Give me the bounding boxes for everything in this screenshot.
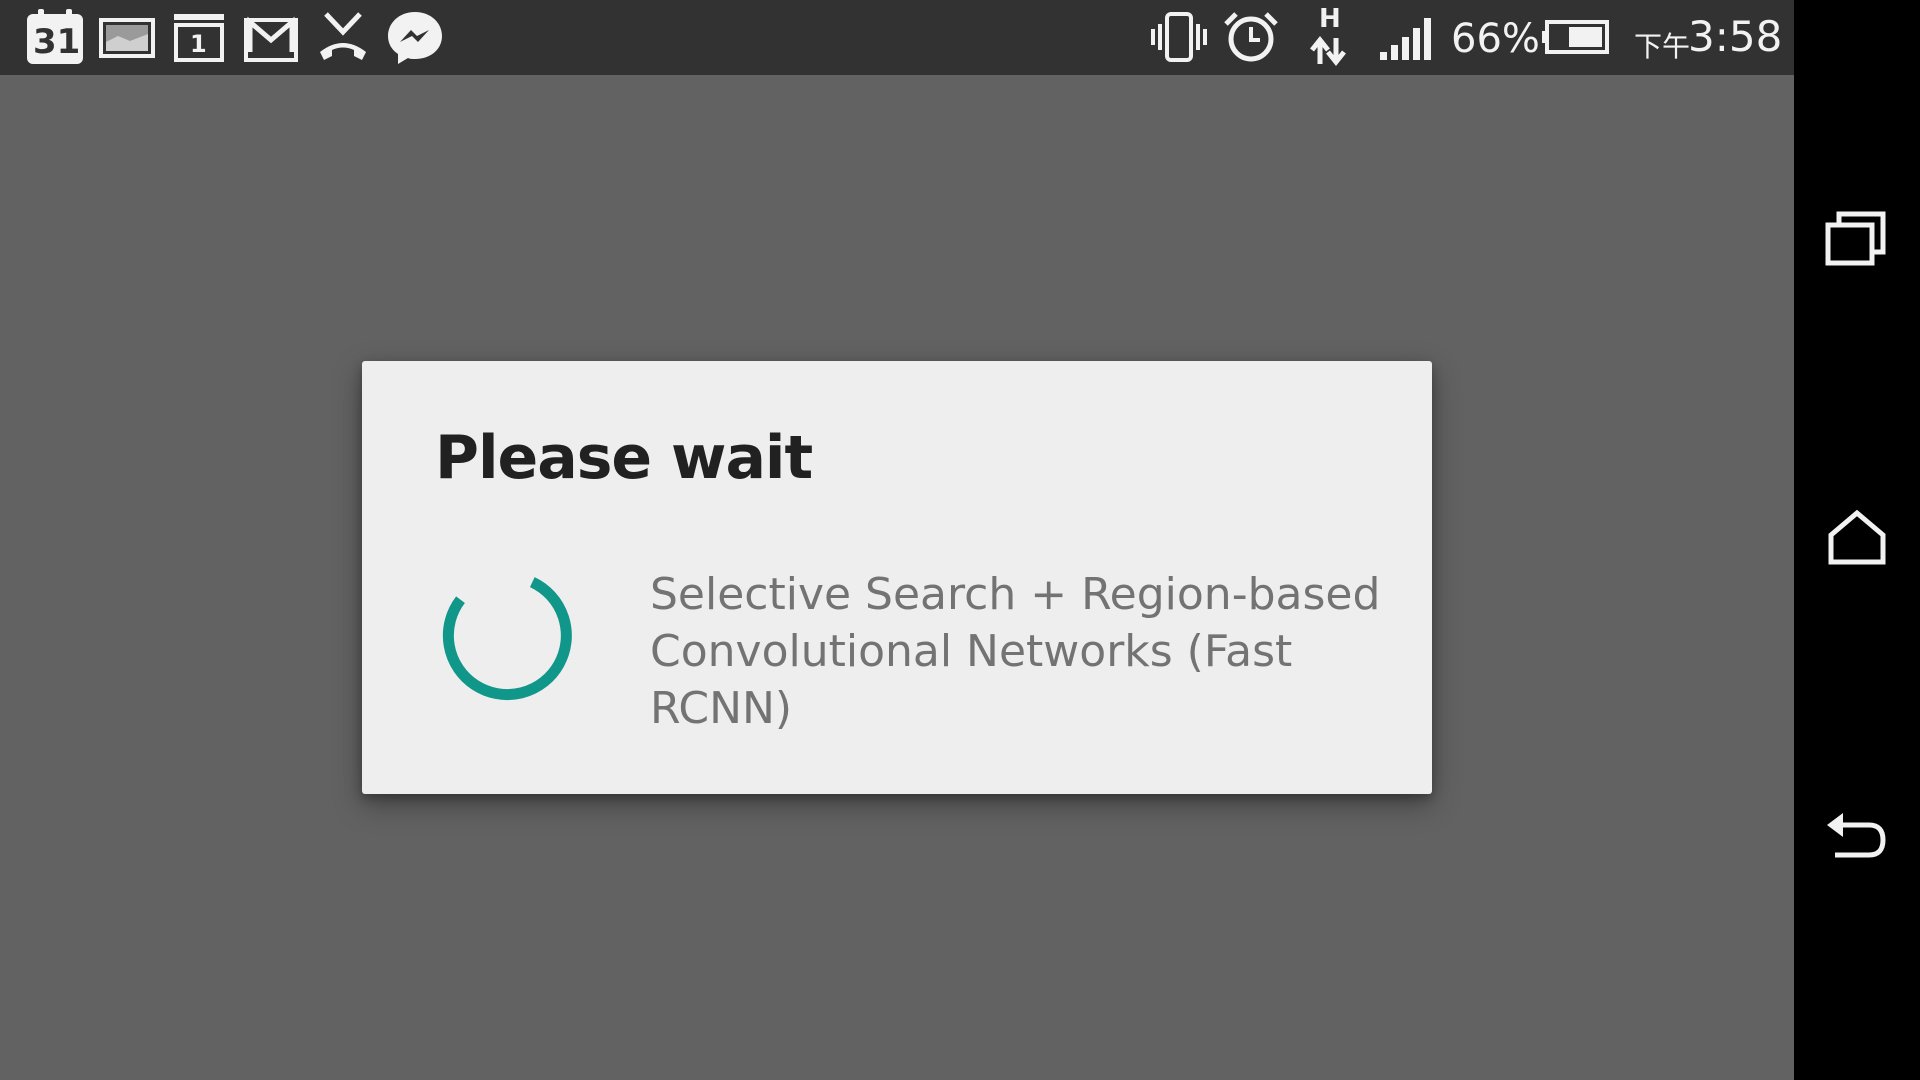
app-screen: 31 1 H 66% 下午 3:58 Please wait Selective… <box>0 0 1794 1080</box>
dialog-message: Selective Search + Region-based Convolut… <box>650 569 1381 734</box>
loading-spinner <box>440 568 574 702</box>
vibrate-icon <box>1148 8 1210 66</box>
signal-icon <box>1374 8 1436 66</box>
calendar-day-number: 31 <box>33 22 81 62</box>
alarm-icon <box>1220 8 1282 66</box>
messenger-icon <box>384 8 446 66</box>
progress-dialog: Please wait Selective Search + Region-ba… <box>362 361 1432 794</box>
gmail-icon <box>240 8 302 66</box>
navigation-bar <box>1794 0 1920 1080</box>
home-icon <box>1828 509 1886 565</box>
battery-percent: 66% <box>1451 16 1540 62</box>
battery-icon <box>1540 8 1610 66</box>
back-button[interactable] <box>1817 800 1897 880</box>
missed-call-icon <box>312 8 374 66</box>
status-bar: 31 1 H 66% 下午 3:58 <box>0 0 1794 75</box>
calendar-small-day-number: 1 <box>190 30 207 58</box>
dialog-title: Please wait <box>435 423 813 493</box>
time-prefix: 下午 <box>1634 30 1691 63</box>
clock-time: 3:58 <box>1688 12 1783 61</box>
recent-apps-button[interactable] <box>1817 200 1897 280</box>
home-button[interactable] <box>1817 500 1897 580</box>
network-type-label: H <box>1319 4 1341 34</box>
back-icon <box>1827 813 1886 858</box>
recent-apps-icon <box>1825 211 1886 266</box>
gallery-icon <box>96 8 158 66</box>
